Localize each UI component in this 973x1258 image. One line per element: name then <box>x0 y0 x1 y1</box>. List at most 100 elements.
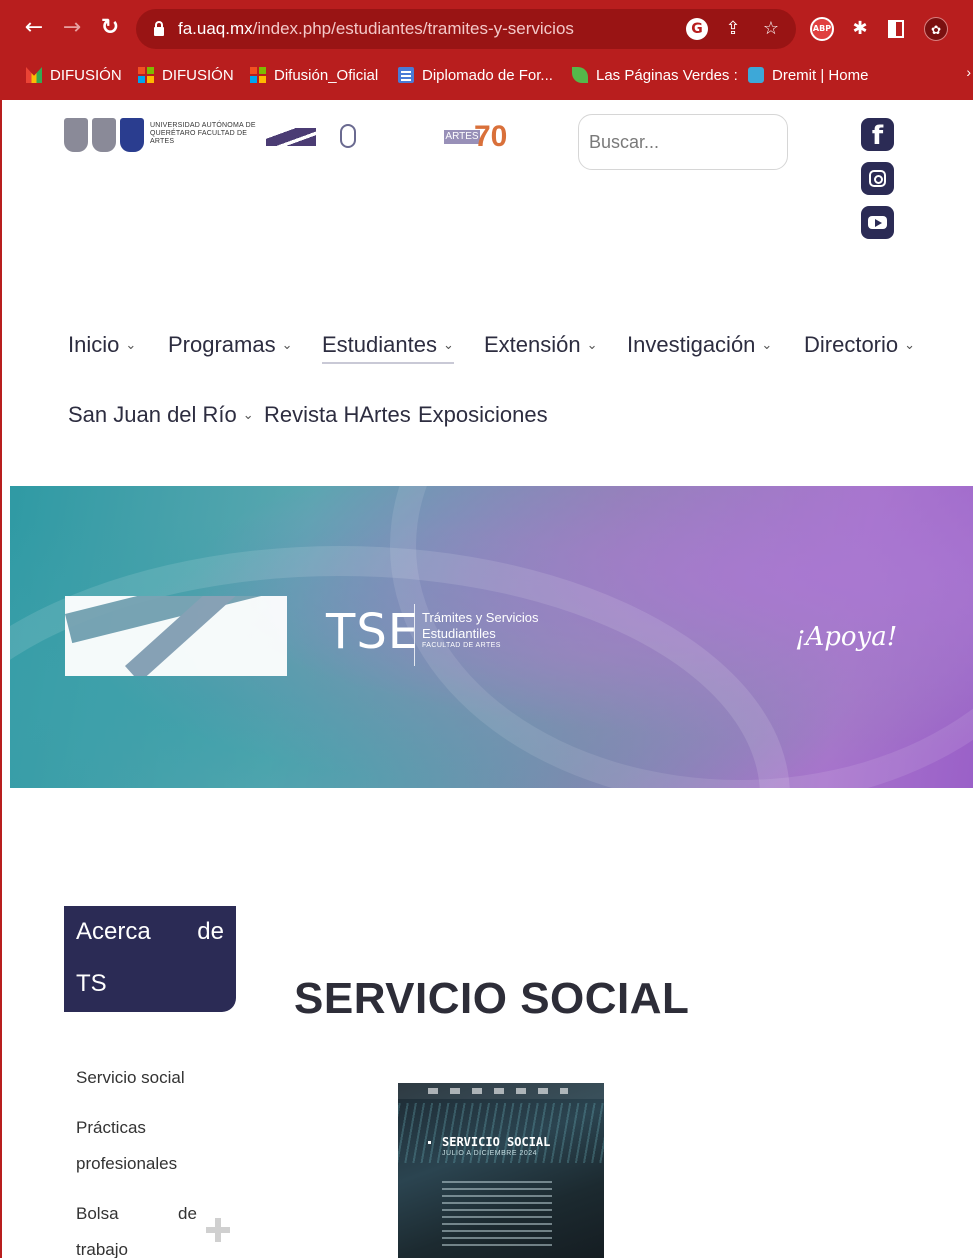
sidebar-link-bolsa[interactable]: Bolsa <box>76 1204 119 1224</box>
url-text[interactable]: fa.uaq.mx/index.php/estudiantes/tramites… <box>178 19 574 39</box>
bookmark-star-icon[interactable]: ☆ <box>760 18 782 40</box>
nav-item-san-juan-del-rio[interactable]: San Juan del Río ⌄ <box>68 402 254 428</box>
tse-logo-icon <box>65 596 287 676</box>
tse-faculty: FACULTAD DE ARTES <box>422 642 501 649</box>
poster-text-lines <box>442 1181 552 1251</box>
nav-item-directorio[interactable]: Directorio ⌄ <box>804 332 915 358</box>
university-name: UNIVERSIDAD AUTÓNOMA DE QUERÉTARO FACULT… <box>150 122 256 145</box>
nav-label: San Juan del Río <box>68 402 237 427</box>
extensions-puzzle-icon[interactable]: ✱ <box>848 17 872 41</box>
chevron-down-icon: ⌄ <box>281 338 293 353</box>
sidebar-heading[interactable]: Acerca de TS <box>64 906 236 1012</box>
artes-70-logo: ARTES 70 <box>444 120 512 154</box>
sidebar-link-servicio-social[interactable]: Servicio social <box>76 1068 185 1088</box>
poster-bullet <box>428 1141 431 1144</box>
nav-label: Extensión <box>484 332 581 357</box>
bookmark-label: Dremit | Home <box>772 66 869 84</box>
url-host: fa.uaq.mx <box>178 19 253 38</box>
plus-icon[interactable] <box>206 1218 230 1242</box>
browser-toolbar: ← → ↻ fa.uaq.mx/index.php/estudiantes/tr… <box>0 0 973 58</box>
chevron-down-icon: ⌄ <box>125 338 137 353</box>
reload-icon[interactable]: ↻ <box>96 14 124 42</box>
microsoft-icon <box>250 67 266 83</box>
nav-item-investigacion[interactable]: Investigación ⌄ <box>627 332 772 358</box>
lock-icon[interactable] <box>154 21 164 36</box>
header-logos[interactable]: UNIVERSIDAD AUTÓNOMA DE QUERÉTARO FACULT… <box>64 116 524 160</box>
nav-item-inicio[interactable]: Inicio ⌄ <box>68 332 136 358</box>
nav-label: Estudiantes <box>322 332 437 357</box>
nav-label: Investigación <box>627 332 756 357</box>
profile-avatar-icon[interactable]: ✿ <box>924 17 948 41</box>
uaq-seal-icon <box>92 118 116 152</box>
uaq-crest-icon <box>64 118 88 152</box>
chevron-down-icon: ⌄ <box>761 338 773 353</box>
address-bar[interactable]: fa.uaq.mx/index.php/estudiantes/tramites… <box>136 9 796 49</box>
doc-icon <box>398 67 414 83</box>
artes-70-number: 70 <box>474 120 508 153</box>
sidebar-link-de[interactable]: de <box>178 1204 197 1224</box>
chevron-down-icon: ⌄ <box>242 408 254 423</box>
nav-item-exposiciones[interactable]: Exposiciones <box>418 402 548 428</box>
dremit-icon <box>748 67 764 83</box>
faculty-logo-icon <box>266 128 316 146</box>
search-input[interactable] <box>578 114 788 170</box>
tse-subtitle: Trámites y Servicios Estudiantiles <box>422 610 539 641</box>
leaf-icon <box>572 67 588 83</box>
nav-item-programas[interactable]: Programas ⌄ <box>168 332 293 358</box>
instagram-icon[interactable] <box>861 162 894 195</box>
bookmark-item-difusion-oficial[interactable]: Difusión_Oficial <box>250 64 378 86</box>
servicio-social-poster[interactable]: SERVICIO SOCIAL JULIO A DICIEMBRE 2024 <box>398 1083 604 1258</box>
page-title: SERVICIO SOCIAL <box>294 974 690 1023</box>
tse-acronym: TSE <box>326 604 420 660</box>
nav-label: Directorio <box>804 332 899 357</box>
forward-arrow-icon[interactable]: → <box>58 14 86 42</box>
bookmarks-overflow-chevron-icon[interactable]: › <box>966 64 971 80</box>
bookmarks-bar: DIFUSIÓN DIFUSIÓN Difusión_Oficial Diplo… <box>0 58 973 92</box>
uaq-a-logo-icon <box>120 118 144 152</box>
nav-label: Exposiciones <box>418 402 548 427</box>
sidebar-link-practicas[interactable]: Prácticas <box>76 1118 146 1138</box>
poster-subtitle: JULIO A DICIEMBRE 2024 <box>442 1150 538 1157</box>
share-icon[interactable]: ⇪ <box>722 18 744 40</box>
sidebar-heading-word: TS <box>76 970 107 997</box>
banner-slogan: ¡Apoya! <box>795 622 898 652</box>
bookmark-item-paginas-verdes[interactable]: Las Páginas Verdes : <box>572 64 738 86</box>
chevron-down-icon: ⌄ <box>586 338 598 353</box>
bookmark-label: Difusión_Oficial <box>274 66 379 84</box>
bookmark-label: Las Páginas Verdes : <box>596 66 738 84</box>
bookmark-label: Diplomado de For... <box>422 66 553 84</box>
chevron-down-icon: ⌄ <box>904 338 916 353</box>
bookmark-item-difusion-1[interactable]: DIFUSIÓN <box>26 64 122 86</box>
nav-item-estudiantes[interactable]: Estudiantes ⌄ <box>322 332 454 364</box>
youtube-icon[interactable] <box>861 206 894 239</box>
chevron-down-icon: ⌄ <box>442 338 454 353</box>
nav-label: Inicio <box>68 332 120 357</box>
google-lens-icon[interactable]: G <box>686 18 708 40</box>
bookmark-item-diplomado[interactable]: Diplomado de For... <box>398 64 553 86</box>
gmail-icon <box>26 67 42 83</box>
back-arrow-icon[interactable]: ← <box>20 14 48 42</box>
bookmark-label: DIFUSIÓN <box>50 66 122 84</box>
sidebar-link-trabajo[interactable]: trabajo <box>76 1240 128 1258</box>
lion-logo-icon <box>340 124 356 148</box>
nav-label: Programas <box>168 332 276 357</box>
sidebar-link-profesionales[interactable]: profesionales <box>76 1154 177 1174</box>
bookmark-item-difusion-2[interactable]: DIFUSIÓN <box>138 64 234 86</box>
abp-label: ABP <box>812 24 832 33</box>
sidebar-heading-word: Acerca <box>76 918 151 945</box>
sidebar-heading-word: de <box>197 918 224 945</box>
nav-item-extension[interactable]: Extensión ⌄ <box>484 332 598 358</box>
poster-logos <box>428 1088 568 1094</box>
url-path: /index.php/estudiantes/tramites-y-servic… <box>252 19 574 38</box>
facebook-icon[interactable]: f <box>861 118 894 151</box>
nav-item-revista-hartes[interactable]: Revista HArtes <box>264 402 411 428</box>
web-page: UNIVERSIDAD AUTÓNOMA DE QUERÉTARO FACULT… <box>0 100 973 1258</box>
bookmark-item-dremit[interactable]: Dremit | Home <box>748 64 868 86</box>
bookmark-label: DIFUSIÓN <box>162 66 234 84</box>
nav-label: Revista HArtes <box>264 402 411 427</box>
poster-title: SERVICIO SOCIAL <box>442 1135 551 1149</box>
tse-banner: TSE Trámites y Servicios Estudiantiles F… <box>10 486 973 788</box>
tse-divider <box>414 604 415 666</box>
adblock-plus-icon[interactable]: ABP <box>810 17 834 41</box>
side-panel-icon[interactable] <box>888 20 904 38</box>
